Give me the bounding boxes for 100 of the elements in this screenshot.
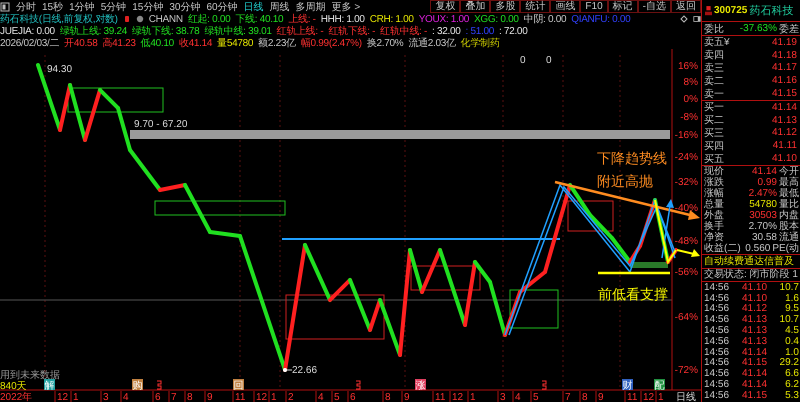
indicator-value: JUEJIA: 0.00 [0,26,55,36]
tick-time: 14:56 [704,357,730,368]
field-label: 外盘 [704,209,724,222]
axis-label: 1 [271,392,277,402]
field-value: 41.14 [750,166,778,177]
indicator-value: QIANFU: 0.00 [571,14,630,24]
tick-volume: 6.6 [784,368,799,380]
down-arrow [654,200,700,265]
window-icon[interactable] [0,2,10,12]
tick-price: 41.10 [741,282,768,293]
order-price: 41.17 [770,62,798,74]
period-tab[interactable]: 多周期 [296,0,326,14]
indicator-value: 绿轨下线: 38.78 [132,24,200,38]
event-marker-icon[interactable] [542,380,546,390]
axis-label: 12 [452,392,464,402]
tick-price: 41.14 [741,346,768,358]
axis-label: 12 [256,392,268,402]
field-label: 现价 [704,165,724,178]
field-label: 换手 [704,220,724,232]
axis-label: 4 [515,392,521,402]
order-label: 卖三 [704,62,724,75]
tick-time: 14:56 [704,368,730,380]
field-label: PE(动 [772,242,799,256]
indicator-value: 红轨中线: - [380,24,427,38]
toolbar-button[interactable]: 画线 [550,0,580,13]
tick-volume: 1.0 [784,346,799,358]
quote-value: 量54780 [217,37,254,50]
market-tag-icon [705,4,712,16]
quote-value: 化学制药 [460,36,500,50]
indicator-value: XGG: 0.00 [474,14,519,24]
period-tab[interactable]: 15分钟 [132,0,164,14]
tick-volume: 1.6 [784,292,799,304]
order-price: 41.11 [772,140,798,152]
promo-banner[interactable]: 自动续费通达信普及 [702,254,800,269]
axis-label: -24% [674,152,698,163]
toolbar-button[interactable]: 返回 [671,0,701,13]
tick-time: 14:56 [704,325,730,336]
order-label: 买五 [704,152,724,166]
indicator-value: 绿轨上线: 39.24 [60,24,128,38]
field-value: 2.47% [748,188,778,199]
quote-value: 收41.14 [178,37,212,50]
axis-label: -8% [680,112,698,123]
period-tab[interactable]: 1分钟 [69,0,95,14]
price-label: 9.70 - 67.20 [134,119,188,130]
event-badge[interactable]: 涨 [415,379,426,392]
axis-label: -56% [674,267,698,278]
tick-price: 41.15 [741,390,768,401]
event-marker-icon[interactable] [156,380,162,390]
axis-label: 8% [684,77,698,88]
toolbar-button[interactable]: 复权 [430,0,460,13]
axis-label: 8 [582,392,588,402]
toolbar-button[interactable]: 多股 [490,0,520,13]
axis-label: 6 [350,392,356,402]
order-label: 卖五¥ [704,36,730,50]
period-tab[interactable]: 60分钟 [206,0,238,14]
toolbar-button[interactable]: 统计 [520,0,550,13]
axis-label: 12 [643,392,654,402]
event-marker-icon[interactable] [356,380,360,390]
axis-label: -72% [674,365,698,376]
quote-value: 高41.23 [102,36,136,50]
tick-volume: 29.2 [778,357,799,368]
indicator-value: : 32.00 [432,26,460,36]
event-badge[interactable]: 配 [654,379,665,392]
period-tab[interactable]: 更多 > [332,0,360,14]
diamond-icon[interactable] [680,15,688,23]
tick-price: 41.14 [741,379,768,390]
axis-label: 5 [334,392,340,402]
axis-label: 1 [658,392,664,402]
tick-time: 14:56 [704,379,730,390]
price-label: 94.30 [47,64,72,75]
field-label: 净资 [704,231,724,244]
period-tab[interactable]: 周线 [270,0,290,14]
period-tab[interactable]: 日线 [244,0,264,14]
window-icon[interactable] [693,15,701,23]
chart-title: 药石科技(日线,前复权,对数) [0,12,118,26]
axis-label: 11 [435,392,446,402]
annotation-text: 前低看支撑 [598,286,668,302]
tick-time: 14:56 [704,292,730,304]
indicator-value: 红起: 0.00 [188,12,230,26]
price-label: 0 [520,55,526,66]
period-tab[interactable]: 15秒 [42,0,64,14]
field-label: 涨跌 [704,176,724,188]
circle-icon[interactable] [136,15,144,23]
period-tab[interactable]: 30分钟 [169,0,200,14]
period-tab[interactable]: 5分钟 [100,0,126,14]
tick-volume: 5.3 [784,390,799,401]
order-label: 买一 [704,101,724,114]
order-price: 41.10 [770,153,798,164]
tick-price: 41.10 [741,292,768,304]
event-badge[interactable]: 财 [622,379,633,392]
tick-price: 41.13 [741,325,768,336]
toolbar-button[interactable]: -自选 [638,0,671,13]
tick-volume: 6.2 [784,379,799,390]
period-tab[interactable]: 分时 [16,0,36,14]
field-value: 54780 [748,198,778,210]
toolbar-button[interactable]: 叠加 [460,0,490,13]
axis-label: 9 [598,392,604,402]
tick-volume: 10.7 [778,314,799,326]
toolbar-button[interactable]: F10 [580,0,608,13]
toolbar-button[interactable]: 标记 [608,0,638,13]
